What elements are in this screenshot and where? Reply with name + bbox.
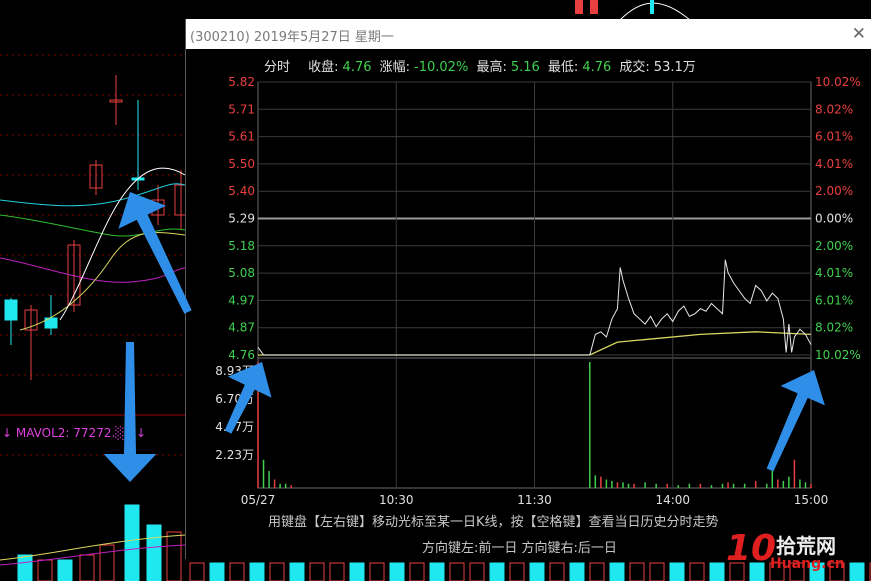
arrow-icon bbox=[103, 342, 157, 482]
annotation-arrows bbox=[103, 192, 825, 482]
arrow-icon bbox=[766, 370, 825, 472]
arrow-icon bbox=[118, 192, 192, 314]
arrow-icon bbox=[224, 362, 272, 434]
